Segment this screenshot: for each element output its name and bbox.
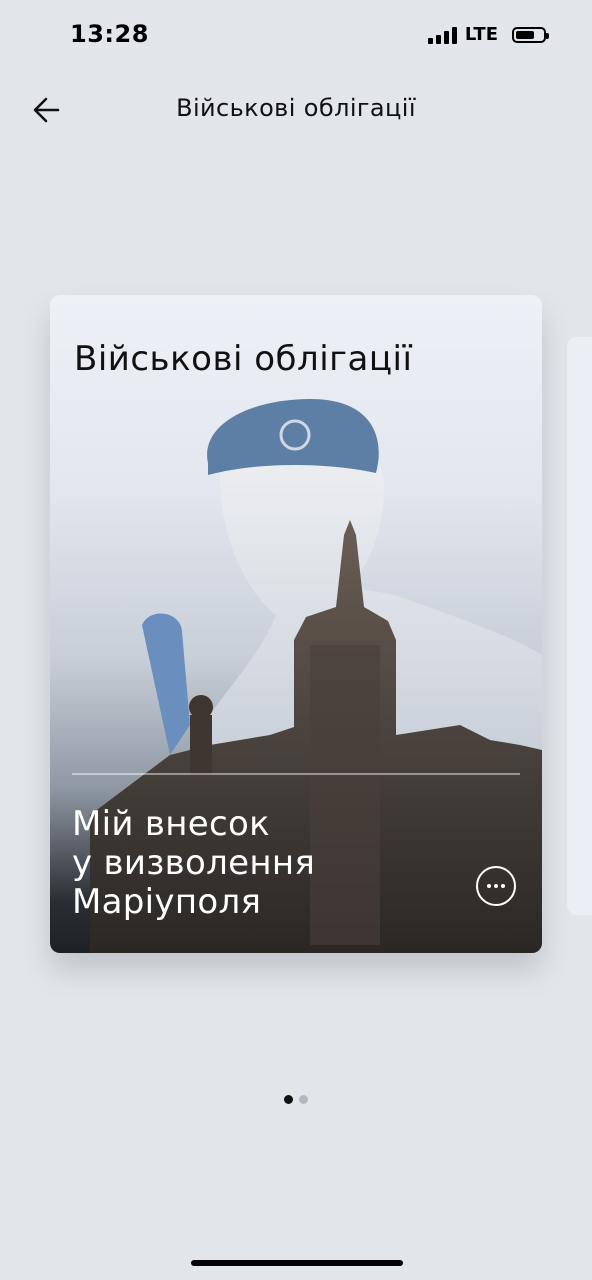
header: Військові облігації [0, 78, 592, 142]
more-options-button[interactable] [476, 866, 516, 906]
bond-card[interactable]: Військові облігації Мій внесок у визволе… [50, 295, 542, 953]
network-type: LTE [464, 24, 498, 45]
card-title: Військові облігації [74, 339, 413, 379]
pager-dots [0, 1095, 592, 1104]
card-subtitle-line: Мій внесок [72, 804, 270, 844]
status-icons: LTE [427, 24, 549, 45]
home-indicator[interactable] [191, 1260, 403, 1266]
card-subtitle: Мій внесок у визволення Маріуполя [72, 805, 402, 922]
page-title: Військові облігації [176, 94, 416, 122]
next-card-peek[interactable] [567, 337, 592, 915]
signal-icon [427, 26, 457, 44]
more-horizontal-icon [487, 884, 491, 888]
card-subtitle-line: Маріуполя [72, 882, 262, 922]
status-time: 13:28 [70, 20, 149, 48]
card-subtitle-line: у визволення [72, 843, 316, 883]
pager-dot-active[interactable] [284, 1095, 293, 1104]
pager-dot[interactable] [299, 1095, 308, 1104]
status-bar: 13:28 LTE [0, 0, 592, 70]
battery-icon [512, 26, 549, 43]
card-divider [72, 773, 520, 775]
